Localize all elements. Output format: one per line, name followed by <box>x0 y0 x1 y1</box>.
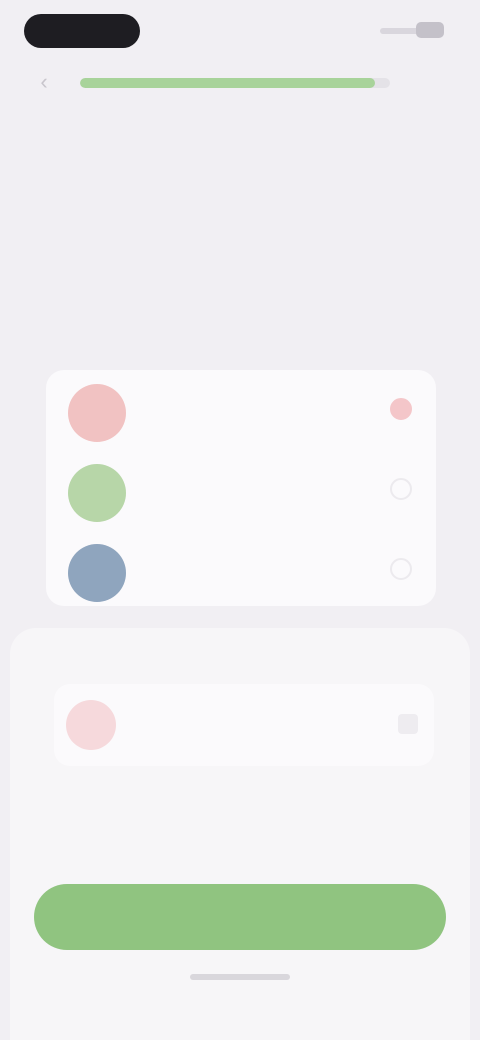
pet-item[interactable] <box>46 530 436 608</box>
pets-list <box>46 370 436 606</box>
back-button[interactable]: ‹ <box>28 66 60 98</box>
chevron-left-icon: ‹ <box>40 69 48 94</box>
reminder-card[interactable] <box>54 684 434 766</box>
pet-avatar <box>68 384 126 442</box>
home-indicator <box>190 974 290 980</box>
progress-fill <box>80 78 375 88</box>
battery-icon <box>416 22 444 38</box>
pet-select-checkbox[interactable] <box>390 478 412 500</box>
reminder-icon <box>66 700 116 750</box>
status-time <box>24 14 140 48</box>
pet-select-checkbox[interactable] <box>390 558 412 580</box>
progress-header: ‹ <box>0 62 480 102</box>
pet-select-checkbox[interactable] <box>390 398 412 420</box>
reminder-toggle[interactable] <box>398 714 418 734</box>
onboarding-progress-bar <box>80 78 390 88</box>
status-bar <box>0 0 480 62</box>
continue-button[interactable] <box>34 884 446 950</box>
pet-item[interactable] <box>46 450 436 528</box>
pet-item[interactable] <box>46 370 436 448</box>
bottom-sheet <box>10 628 470 1040</box>
signal-icon <box>380 28 420 34</box>
pet-avatar <box>68 464 126 522</box>
pet-avatar <box>68 544 126 602</box>
